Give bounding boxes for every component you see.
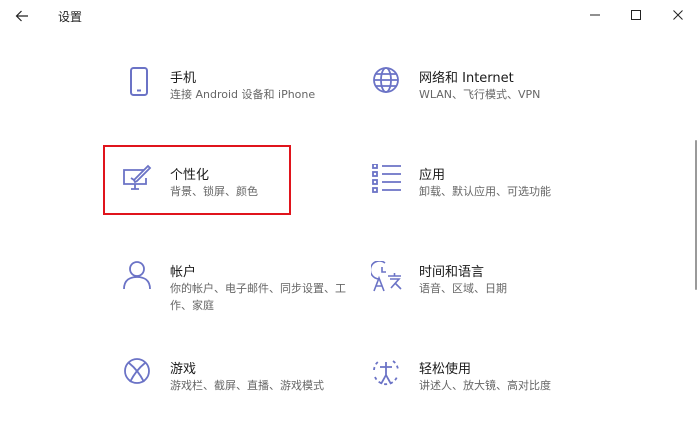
category-desc: 连接 Android 设备和 iPhone: [170, 88, 316, 101]
category-apps[interactable]: 应用 卸载、默认应用、可选功能: [371, 164, 631, 234]
category-name: 应用: [419, 168, 446, 183]
category-ease-of-access[interactable]: 轻松使用 讲述人、放大镜、高对比度: [371, 358, 631, 428]
category-desc: WLAN、飞行模式、VPN: [419, 88, 541, 101]
category-name: 游戏: [170, 362, 197, 377]
phone-icon: [130, 67, 148, 96]
ease-of-access-icon: [373, 360, 399, 386]
category-name: 网络和 Internet: [419, 71, 514, 86]
category-gaming[interactable]: 游戏 游戏栏、截屏、直播、游戏模式: [122, 358, 382, 428]
category-name: 时间和语言: [419, 265, 485, 280]
category-desc: 你的帐户、电子邮件、同步设置、工作、家庭: [170, 282, 346, 312]
back-button[interactable]: [8, 4, 36, 28]
minimize-button[interactable]: [580, 4, 610, 26]
category-desc: 讲述人、放大镜、高对比度: [419, 379, 551, 392]
category-phone[interactable]: 手机 连接 Android 设备和 iPhone: [122, 67, 382, 137]
highlight-box: [103, 145, 291, 215]
category-desc: 语音、区域、日期: [419, 282, 507, 295]
globe-icon: [373, 67, 399, 93]
apps-list-icon: [372, 164, 401, 193]
category-name: 手机: [170, 71, 197, 86]
scrollbar[interactable]: [695, 140, 697, 290]
window-title: 设置: [58, 10, 83, 24]
arrow-left-icon: [15, 10, 28, 22]
close-button[interactable]: [663, 4, 693, 26]
category-name: 轻松使用: [419, 362, 472, 377]
category-desc: 游戏栏、截屏、直播、游戏模式: [170, 379, 324, 392]
minimize-icon: [590, 14, 600, 16]
xbox-icon: [124, 358, 150, 384]
close-icon: [673, 10, 683, 20]
person-icon: [123, 261, 151, 290]
category-network[interactable]: 网络和 Internet WLAN、飞行模式、VPN: [371, 67, 631, 137]
title-bar: 设置: [0, 0, 700, 32]
time-language-icon: [371, 261, 402, 292]
maximize-icon: [631, 10, 641, 20]
maximize-button[interactable]: [621, 4, 651, 26]
category-accounts[interactable]: 帐户 你的帐户、电子邮件、同步设置、工作、家庭: [122, 261, 382, 331]
category-name: 帐户: [170, 265, 197, 280]
category-time-language[interactable]: 时间和语言 语音、区域、日期: [371, 261, 631, 331]
category-desc: 卸载、默认应用、可选功能: [419, 185, 551, 198]
